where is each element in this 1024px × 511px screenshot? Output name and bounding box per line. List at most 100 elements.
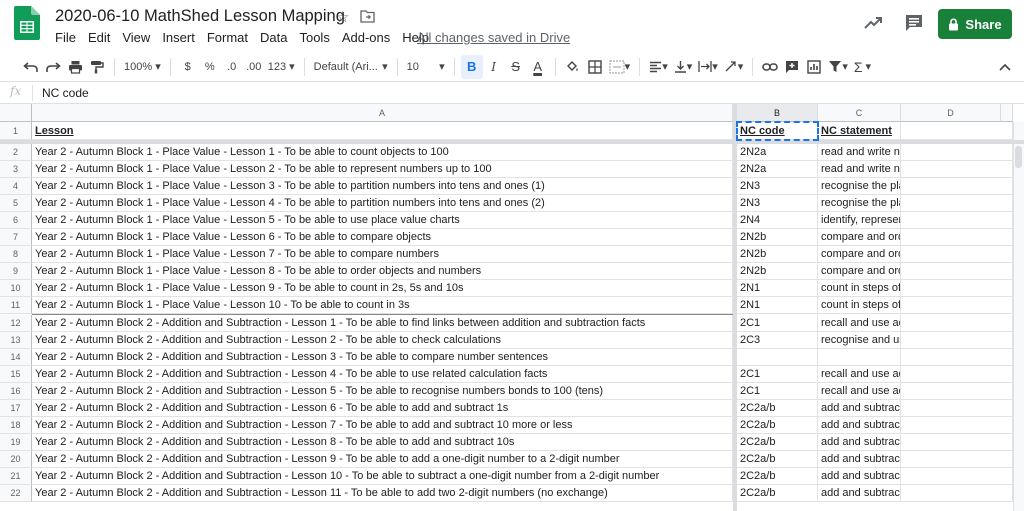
- cell-b-2[interactable]: 2N2a: [737, 144, 818, 162]
- scrollbar-thumb[interactable]: [1015, 146, 1022, 168]
- save-status-link[interactable]: All changes saved in Drive: [417, 30, 570, 45]
- sheets-logo-icon[interactable]: [14, 6, 40, 40]
- row-header[interactable]: 21: [0, 467, 32, 485]
- row-header[interactable]: 19: [0, 433, 32, 451]
- menu-data[interactable]: Data: [260, 30, 287, 45]
- text-rotation-icon[interactable]: ▾: [721, 55, 747, 79]
- cell-d-19[interactable]: [901, 433, 1013, 451]
- cell-a-1[interactable]: Lesson: [32, 122, 733, 140]
- share-button[interactable]: Share: [938, 9, 1012, 39]
- row-header[interactable]: 7: [0, 229, 32, 247]
- cell-d-1[interactable]: [901, 122, 1013, 140]
- row-header[interactable]: 2: [0, 144, 32, 162]
- row-header[interactable]: 15: [0, 365, 32, 383]
- cell-c-2[interactable]: read and write numbers to at least 100 i…: [818, 144, 901, 162]
- cell-c-14[interactable]: [818, 348, 901, 366]
- cell-d-6[interactable]: [901, 212, 1013, 230]
- bold-button[interactable]: B: [460, 54, 483, 79]
- increase-decimal-button[interactable]: .00: [243, 55, 265, 79]
- cell-a-16[interactable]: Year 2 - Autumn Block 2 - Addition and S…: [32, 382, 733, 400]
- comment-icon[interactable]: [904, 13, 924, 33]
- cell-c-7[interactable]: compare and order numbers from 0 up to: [818, 229, 901, 247]
- cell-d-17[interactable]: [901, 399, 1013, 417]
- row-header[interactable]: 13: [0, 331, 32, 349]
- cell-b-5[interactable]: 2N3: [737, 195, 818, 213]
- cell-a-17[interactable]: Year 2 - Autumn Block 2 - Addition and S…: [32, 399, 733, 417]
- cell-d-22[interactable]: [901, 485, 1013, 503]
- cell-c-3[interactable]: read and write numbers to at least 100 i…: [818, 161, 901, 179]
- menu-tools[interactable]: Tools: [299, 30, 329, 45]
- menu-view[interactable]: View: [122, 30, 150, 45]
- currency-format-button[interactable]: $: [177, 55, 199, 79]
- cell-b-10[interactable]: 2N1: [737, 280, 818, 298]
- functions-button[interactable]: Σ ▾: [851, 55, 874, 79]
- cell-b-9[interactable]: 2N2b: [737, 263, 818, 281]
- horizontal-align-icon[interactable]: ▾: [646, 55, 671, 79]
- row-header[interactable]: 6: [0, 212, 32, 230]
- cell-a-4[interactable]: Year 2 - Autumn Block 1 - Place Value - …: [32, 178, 733, 196]
- cell-b-21[interactable]: 2C2a/b: [737, 467, 818, 485]
- menu-format[interactable]: Format: [207, 30, 248, 45]
- cell-b-3[interactable]: 2N2a: [737, 161, 818, 179]
- cell-c-4[interactable]: recognise the place value of each digit …: [818, 178, 901, 196]
- cell-a-9[interactable]: Year 2 - Autumn Block 1 - Place Value - …: [32, 263, 733, 281]
- cell-c-12[interactable]: recall and use addition and subtraction …: [818, 314, 901, 332]
- cell-a-21[interactable]: Year 2 - Autumn Block 2 - Addition and S…: [32, 467, 733, 485]
- cell-a-12[interactable]: Year 2 - Autumn Block 2 - Addition and S…: [32, 314, 733, 332]
- row-header[interactable]: 16: [0, 382, 32, 400]
- menu-insert[interactable]: Insert: [162, 30, 195, 45]
- column-header-c[interactable]: C: [818, 104, 901, 122]
- cell-a-3[interactable]: Year 2 - Autumn Block 1 - Place Value - …: [32, 161, 733, 179]
- cell-c-20[interactable]: add and subtract numbers using concrete: [818, 450, 901, 468]
- insert-comment-icon[interactable]: [781, 55, 803, 79]
- row-header[interactable]: 8: [0, 246, 32, 264]
- cell-d-7[interactable]: [901, 229, 1013, 247]
- percent-format-button[interactable]: %: [199, 55, 221, 79]
- cell-b-16[interactable]: 2C1: [737, 382, 818, 400]
- document-title[interactable]: 2020-06-10 MathShed Lesson Mapping: [55, 7, 345, 26]
- column-header-d[interactable]: D: [901, 104, 1001, 122]
- row-header[interactable]: 5: [0, 195, 32, 213]
- cell-a-8[interactable]: Year 2 - Autumn Block 1 - Place Value - …: [32, 246, 733, 264]
- cell-c-1[interactable]: NC statement: [818, 122, 901, 140]
- column-header-a[interactable]: A: [32, 104, 733, 122]
- cell-b-4[interactable]: 2N3: [737, 178, 818, 196]
- row-header[interactable]: 20: [0, 450, 32, 468]
- row-header[interactable]: 14: [0, 348, 32, 366]
- cell-a-22[interactable]: Year 2 - Autumn Block 2 - Addition and S…: [32, 485, 733, 503]
- cell-d-2[interactable]: [901, 144, 1013, 162]
- cell-d-12[interactable]: [901, 314, 1013, 332]
- cell-d-8[interactable]: [901, 246, 1013, 264]
- font-size-select[interactable]: 10 ▾: [404, 55, 448, 79]
- italic-button[interactable]: I: [483, 55, 505, 79]
- text-wrap-icon[interactable]: ▾: [695, 55, 721, 79]
- row-header[interactable]: 12: [0, 314, 32, 332]
- cell-c-5[interactable]: recognise the place value of each digit …: [818, 195, 901, 213]
- row-header[interactable]: 4: [0, 178, 32, 196]
- cell-c-6[interactable]: identify, represent and estimate numbers: [818, 212, 901, 230]
- cell-d-15[interactable]: [901, 365, 1013, 383]
- row-header[interactable]: 3: [0, 161, 32, 179]
- cell-b-11[interactable]: 2N1: [737, 297, 818, 315]
- cell-c-17[interactable]: add and subtract numbers using concrete: [818, 399, 901, 417]
- cell-b-12[interactable]: 2C1: [737, 314, 818, 332]
- menu-edit[interactable]: Edit: [88, 30, 110, 45]
- cell-a-13[interactable]: Year 2 - Autumn Block 2 - Addition and S…: [32, 331, 733, 349]
- zoom-select[interactable]: 100% ▾: [121, 55, 164, 79]
- frozen-column-divider[interactable]: [733, 104, 737, 511]
- cell-b-7[interactable]: 2N2b: [737, 229, 818, 247]
- cell-c-8[interactable]: compare and order numbers from 0 up to: [818, 246, 901, 264]
- cell-b-20[interactable]: 2C2a/b: [737, 450, 818, 468]
- cell-d-10[interactable]: [901, 280, 1013, 298]
- cell-c-16[interactable]: recall and use addition and subtraction …: [818, 382, 901, 400]
- cell-a-19[interactable]: Year 2 - Autumn Block 2 - Addition and S…: [32, 433, 733, 451]
- cell-b-18[interactable]: 2C2a/b: [737, 416, 818, 434]
- print-icon[interactable]: [64, 55, 86, 79]
- cell-d-5[interactable]: [901, 195, 1013, 213]
- vertical-scrollbar[interactable]: [1013, 122, 1024, 511]
- formula-input[interactable]: NC code: [42, 86, 89, 100]
- column-header-e[interactable]: [1001, 104, 1013, 122]
- fill-color-icon[interactable]: [562, 55, 584, 79]
- row-header[interactable]: 17: [0, 399, 32, 417]
- cell-a-6[interactable]: Year 2 - Autumn Block 1 - Place Value - …: [32, 212, 733, 230]
